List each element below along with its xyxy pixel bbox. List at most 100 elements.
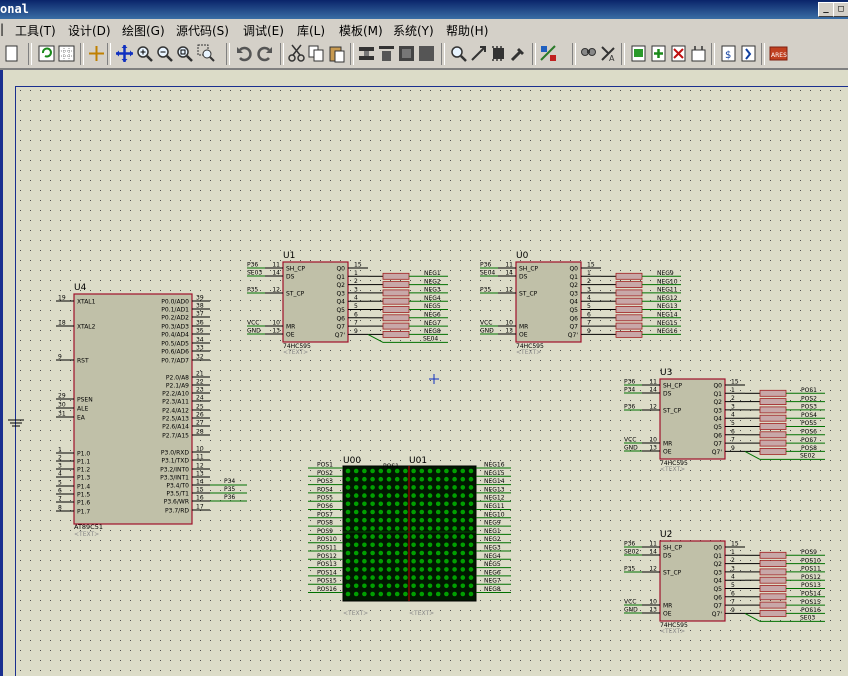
- hc595-u3-resistor: [760, 448, 786, 454]
- led-dot: [452, 493, 457, 498]
- led-dot: [403, 477, 408, 482]
- hc595-u1-input-label: P36: [247, 262, 258, 269]
- menu-library[interactable]: 库(L): [297, 22, 325, 39]
- led-dot: [469, 592, 474, 597]
- led-dot: [354, 510, 359, 515]
- add-sheet-icon[interactable]: [649, 44, 668, 63]
- menu-debug[interactable]: 调试(E): [243, 22, 284, 39]
- led-dot: [395, 592, 400, 597]
- hc595-u1-resistor: [383, 282, 409, 288]
- hc595-u0-pin-number: 15: [587, 262, 595, 269]
- origin-icon[interactable]: [87, 44, 106, 63]
- block-move-icon[interactable]: [377, 44, 396, 63]
- cut-icon[interactable]: [287, 44, 306, 63]
- netlist-to-ares-icon[interactable]: [739, 44, 758, 63]
- led-matrix-neg-label: NEG4: [484, 553, 501, 560]
- led-dot: [428, 567, 433, 572]
- pick-device-icon[interactable]: [449, 44, 468, 63]
- maximize-icon[interactable]: □: [833, 2, 848, 17]
- menu-system[interactable]: 系统(Y): [393, 22, 434, 39]
- hc595-u0-input-label: P36: [480, 262, 491, 269]
- hc595-u2-pin-number: 13: [649, 607, 657, 614]
- erc-icon[interactable]: $: [719, 44, 738, 63]
- led-matrix-neg-label: NEG15: [484, 470, 505, 477]
- led-dot: [362, 559, 367, 564]
- undo-icon[interactable]: [235, 44, 254, 63]
- hc595-u1-pin-number: 3: [354, 286, 358, 293]
- menu-graph[interactable]: 绘图(G): [122, 22, 165, 39]
- netlist-icon[interactable]: [629, 44, 648, 63]
- led-dot: [387, 551, 392, 556]
- u4-pin-name: P1.4: [77, 484, 90, 491]
- menu-design[interactable]: 设计(D): [68, 22, 111, 39]
- remove-sheet-icon[interactable]: [669, 44, 688, 63]
- hc595-u3-output-label: POS4: [801, 412, 817, 419]
- zoom-all-icon[interactable]: [175, 44, 194, 63]
- hc595-u0-input-label: SE04: [480, 270, 495, 277]
- led-matrix-neg-label: NEG1: [484, 528, 501, 535]
- pan-icon[interactable]: [115, 44, 134, 63]
- property-tool-icon[interactable]: A: [599, 44, 618, 63]
- bom-icon[interactable]: [689, 44, 708, 63]
- hc595-u0-resistor: [616, 315, 642, 321]
- zoom-in-icon[interactable]: [135, 44, 154, 63]
- search-icon[interactable]: [579, 44, 598, 63]
- led-dot: [354, 592, 359, 597]
- toolbar-separator: [350, 43, 354, 65]
- new-file-icon[interactable]: [2, 44, 21, 63]
- hc595-u2-pin-name: Q7': [712, 611, 723, 618]
- led-dot: [395, 502, 400, 507]
- decompose-icon[interactable]: [509, 44, 528, 63]
- led-dot: [346, 575, 351, 580]
- make-device-icon[interactable]: [469, 44, 488, 63]
- hc595-u2-resistor: [760, 561, 786, 567]
- schematic-workspace[interactable]: U4AT89C51<TEXT>19XTAL118XTAL29RST29PSEN3…: [0, 69, 848, 676]
- wire-autoroute-icon[interactable]: [539, 44, 558, 63]
- hc595-u1-input-label: GND: [247, 328, 261, 335]
- led-matrix-pos-label: POS13: [317, 561, 337, 568]
- menu-source[interactable]: 源代码(S): [176, 22, 229, 39]
- led-dot: [395, 567, 400, 572]
- refresh-icon[interactable]: [37, 44, 56, 63]
- ares-icon[interactable]: ARES: [769, 44, 788, 63]
- hc595-u3-pin-number: 2: [731, 395, 735, 402]
- package-icon[interactable]: [489, 44, 508, 63]
- led-dot: [436, 493, 441, 498]
- grid-icon[interactable]: [57, 44, 76, 63]
- led-dot: [452, 477, 457, 482]
- zoom-area-icon[interactable]: [197, 44, 216, 63]
- led-dot: [403, 493, 408, 498]
- led-dot: [379, 575, 384, 580]
- hc595-u3-pin-name: ST_CP: [663, 408, 682, 415]
- paste-icon[interactable]: [327, 44, 346, 63]
- schematic-canvas[interactable]: U4AT89C51<TEXT>19XTAL118XTAL29RST29PSEN3…: [0, 70, 848, 676]
- led-dot: [379, 493, 384, 498]
- redo-icon[interactable]: [255, 44, 274, 63]
- toolbar-separator: [761, 43, 765, 65]
- block-copy-icon[interactable]: [357, 44, 376, 63]
- u4-pin-number: 30: [58, 402, 66, 409]
- u4-pin-name: P1.7: [77, 509, 90, 516]
- led-dot: [379, 559, 384, 564]
- led-dot: [354, 551, 359, 556]
- block-delete-icon[interactable]: [417, 44, 436, 63]
- zoom-out-icon[interactable]: [155, 44, 174, 63]
- led-dot: [346, 518, 351, 523]
- block-rotate-icon[interactable]: [397, 44, 416, 63]
- menu-help[interactable]: 帮助(H): [446, 22, 488, 39]
- led-matrix-text-placeholder: <TEXT>: [409, 610, 434, 617]
- led-dot: [436, 567, 441, 572]
- menu-tools[interactable]: 工具(T): [15, 22, 56, 39]
- hc595-u1-pin-number: 10: [272, 320, 280, 327]
- led-dot: [354, 477, 359, 482]
- hc595-u1-pin-number: 5: [354, 303, 358, 310]
- minimize-icon[interactable]: _: [818, 2, 834, 17]
- menu-template[interactable]: 模板(M): [339, 22, 383, 39]
- led-dot: [379, 543, 384, 548]
- copy-icon[interactable]: [307, 44, 326, 63]
- hc595-u0-output-label: NEG12: [657, 295, 678, 302]
- led-dot: [354, 493, 359, 498]
- led-dot: [452, 543, 457, 548]
- u4-pin-name: P3.5/T1: [166, 491, 189, 498]
- hc595-u0-output-label: NEG9: [657, 270, 674, 277]
